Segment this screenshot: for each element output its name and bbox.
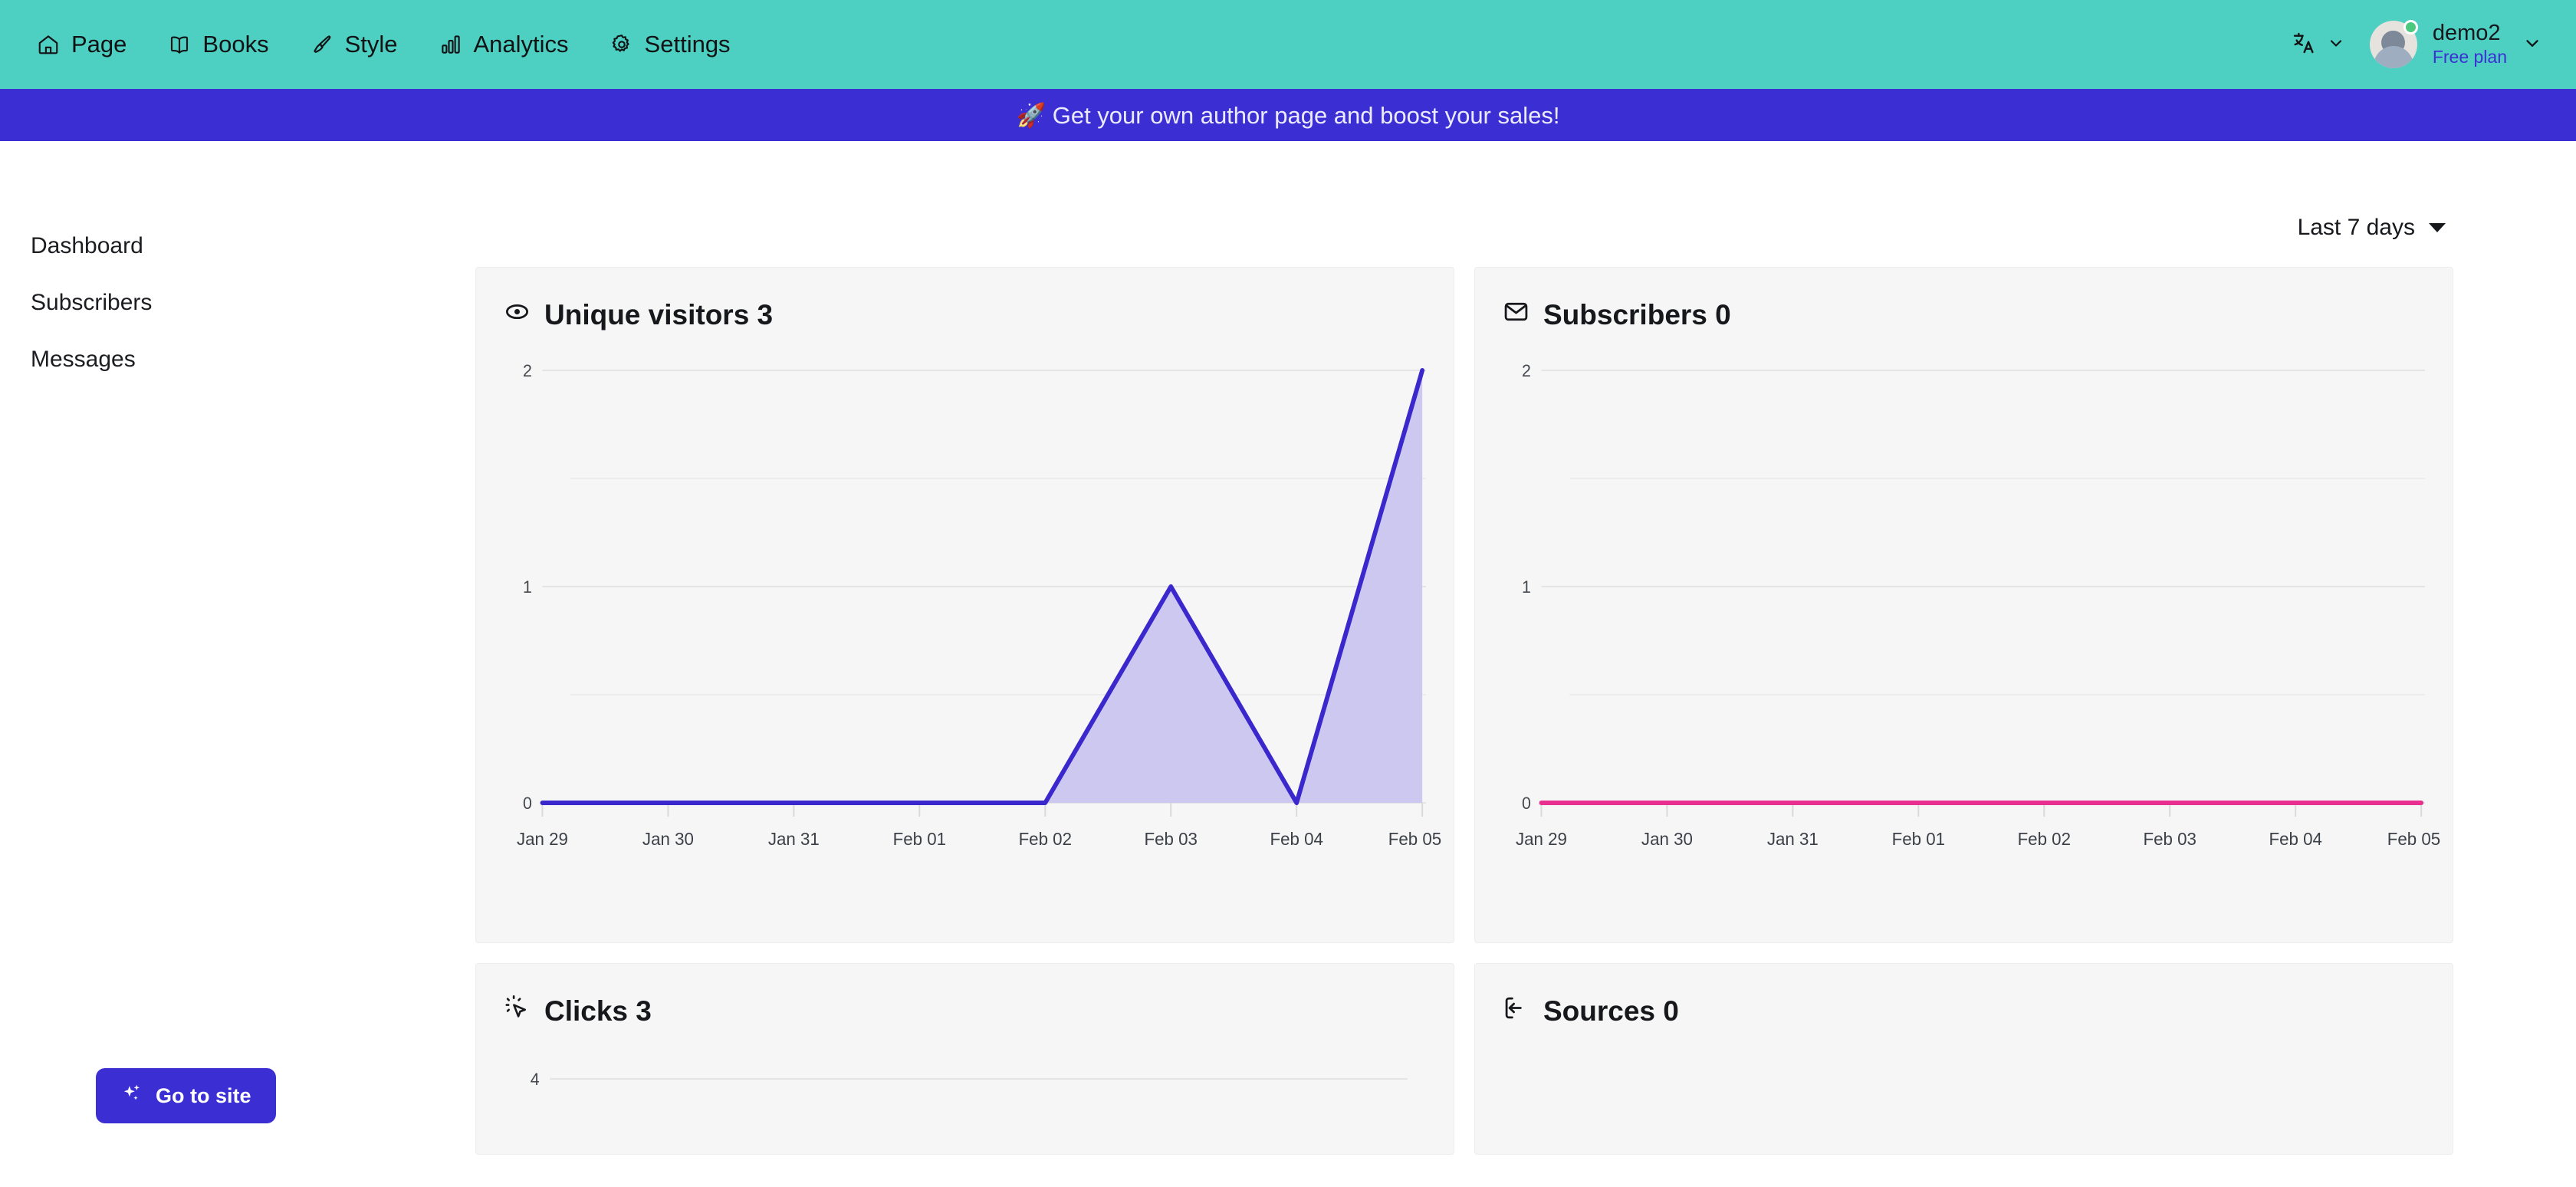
go-to-site-label: Go to site — [156, 1083, 251, 1107]
page-body: Dashboard Subscribers Messages Go to sit… — [0, 141, 2576, 1187]
user-info: demo2 Free plan — [2433, 21, 2507, 68]
sidebar: Dashboard Subscribers Messages Go to sit… — [0, 141, 475, 1187]
nav-item-page[interactable]: Page — [34, 25, 130, 64]
svg-text:0: 0 — [1522, 794, 1531, 813]
card-title-label: Sources 0 — [1543, 995, 1679, 1027]
svg-text:Jan 30: Jan 30 — [1641, 829, 1693, 849]
chart-subscribers[interactable]: 2 1 0 Jan 29 Jan 30 Jan 31 Feb 01 Feb 02… — [1503, 343, 2440, 910]
sidebar-item-messages[interactable]: Messages — [31, 347, 136, 373]
content-toolbar: Last 7 days — [475, 141, 2453, 241]
user-menu[interactable]: demo2 Free plan — [2369, 20, 2542, 68]
svg-text:0: 0 — [523, 794, 532, 813]
top-navigation-bar: Page Books Style Analytics Settings demo… — [0, 0, 2576, 89]
user-plan: Free plan — [2432, 47, 2507, 67]
svg-text:Feb 03: Feb 03 — [2144, 829, 2196, 849]
card-title-label: Clicks 3 — [544, 995, 652, 1027]
nav-item-style-label: Style — [344, 31, 398, 58]
topbar-right-group: demo2 Free plan — [2287, 20, 2542, 68]
metrics-card-grid: Unique visitors 3 2 1 0 Jan 29 Jan 30 Ja… — [475, 267, 2453, 1155]
date-range-select[interactable]: Last 7 days — [2298, 215, 2446, 241]
sidebar-item-dashboard[interactable]: Dashboard — [31, 233, 143, 259]
nav-item-style[interactable]: Style — [307, 25, 401, 64]
sidebar-item-label: Dashboard — [31, 233, 143, 258]
chevron-down-icon — [2522, 33, 2542, 57]
svg-text:Feb 02: Feb 02 — [2018, 829, 2071, 849]
chevron-down-icon — [2429, 223, 2446, 232]
svg-text:Feb 04: Feb 04 — [1270, 829, 1322, 849]
svg-text:4: 4 — [531, 1070, 540, 1089]
avatar-body — [2373, 46, 2413, 68]
svg-text:2: 2 — [523, 361, 532, 380]
go-to-site-button[interactable]: Go to site — [96, 1068, 276, 1123]
chart-clicks[interactable]: 4 — [504, 1039, 1426, 1131]
cursor-click-icon — [504, 995, 531, 1028]
card-clicks: Clicks 3 4 — [475, 963, 1454, 1155]
sparkles-icon — [120, 1082, 143, 1110]
svg-text:Jan 29: Jan 29 — [517, 829, 568, 849]
svg-text:Feb 04: Feb 04 — [2269, 829, 2321, 849]
card-subscribers: Subscribers 0 2 1 0 Jan 29 Jan 30 Jan 31… — [1474, 267, 2453, 943]
nav-item-analytics-label: Analytics — [473, 31, 569, 58]
primary-nav: Page Books Style Analytics Settings — [34, 25, 734, 64]
nav-item-analytics[interactable]: Analytics — [436, 25, 572, 64]
bar-chart-icon — [439, 33, 462, 56]
svg-text:1: 1 — [523, 577, 532, 597]
gear-icon — [610, 33, 633, 56]
nav-item-page-label: Page — [71, 31, 127, 58]
nav-item-books-label: Books — [202, 31, 269, 58]
sidebar-item-subscribers[interactable]: Subscribers — [31, 290, 152, 316]
svg-text:Feb 05: Feb 05 — [2387, 829, 2440, 849]
promo-banner[interactable]: 🚀 Get your own author page and boost you… — [0, 89, 2576, 141]
nav-item-settings[interactable]: Settings — [607, 25, 734, 64]
translate-icon — [2292, 31, 2316, 59]
user-name: demo2 — [2432, 20, 2501, 45]
avatar — [2369, 20, 2418, 68]
brush-icon — [310, 33, 334, 56]
svg-text:Jan 31: Jan 31 — [768, 829, 820, 849]
book-open-icon — [168, 33, 191, 56]
date-range-value: Last 7 days — [2297, 215, 2415, 240]
card-sources: Sources 0 — [1474, 963, 2453, 1155]
card-unique-visitors: Unique visitors 3 2 1 0 Jan 29 Jan 30 Ja… — [475, 267, 1454, 943]
svg-text:Feb 02: Feb 02 — [1019, 829, 1072, 849]
card-title: Subscribers 0 — [1503, 298, 2425, 332]
svg-text:Jan 31: Jan 31 — [1767, 829, 1819, 849]
chevron-down-icon — [2327, 34, 2345, 56]
card-title: Unique visitors 3 — [504, 298, 1426, 332]
language-switcher[interactable] — [2287, 26, 2350, 64]
card-title-label: Unique visitors 3 — [544, 299, 774, 330]
eye-icon — [504, 298, 531, 332]
svg-text:Jan 30: Jan 30 — [642, 829, 694, 849]
card-title: Sources 0 — [1503, 995, 2425, 1028]
login-arrow-icon — [1503, 995, 1530, 1028]
chart-unique-visitors[interactable]: 2 1 0 Jan 29 Jan 30 Jan 31 Feb 01 Feb 02… — [504, 343, 1441, 910]
svg-text:Feb 01: Feb 01 — [1892, 829, 1945, 849]
chart-sources[interactable] — [1503, 1039, 2425, 1131]
card-title-label: Subscribers 0 — [1543, 299, 1731, 330]
svg-text:1: 1 — [1522, 577, 1531, 597]
promo-banner-text: 🚀 Get your own author page and boost you… — [1016, 101, 1560, 129]
sidebar-item-label: Subscribers — [31, 290, 153, 315]
nav-item-books[interactable]: Books — [165, 25, 271, 64]
home-icon — [37, 33, 60, 56]
status-badge-online — [2403, 20, 2418, 35]
svg-text:2: 2 — [1522, 361, 1531, 380]
main-content: Last 7 days Unique visitors 3 2 1 0 Jan … — [475, 141, 2576, 1187]
svg-text:Jan 29: Jan 29 — [1516, 829, 1567, 849]
card-title: Clicks 3 — [504, 995, 1426, 1028]
envelope-icon — [1503, 298, 1530, 332]
nav-item-settings-label: Settings — [644, 31, 731, 58]
sidebar-item-label: Messages — [31, 347, 136, 372]
svg-text:Feb 03: Feb 03 — [1145, 829, 1198, 849]
svg-text:Feb 01: Feb 01 — [893, 829, 946, 849]
svg-text:Feb 05: Feb 05 — [1388, 829, 1441, 849]
